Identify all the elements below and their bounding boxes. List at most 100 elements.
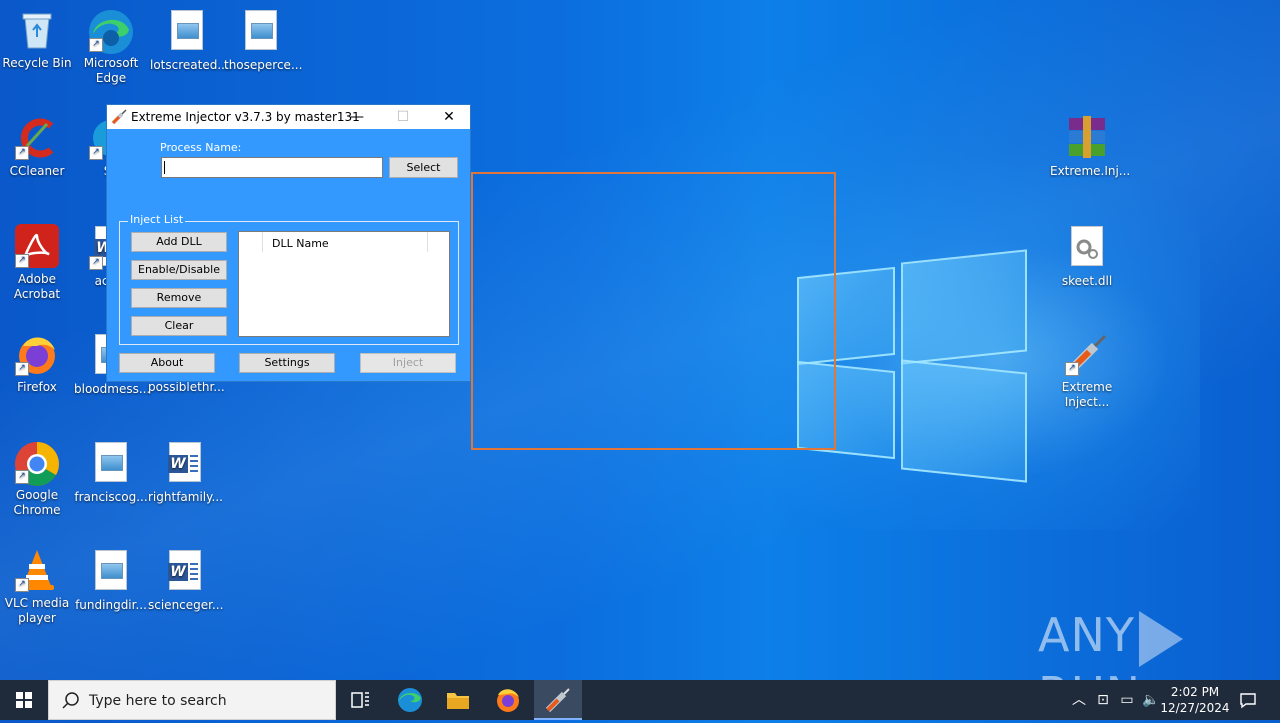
desktop-icon-scienceger[interactable]: W scienceger... xyxy=(148,548,224,613)
taskbar-search-box[interactable]: Type here to search xyxy=(48,680,336,720)
image-file-icon xyxy=(165,10,209,54)
desktop-icon-adobe-acrobat[interactable]: ↗ Adobe Acrobat xyxy=(0,224,74,302)
desktop-icon-ccleaner[interactable]: ↗ CCleaner xyxy=(0,116,74,179)
desktop-icon-rightfamily[interactable]: W rightfamily... xyxy=(148,440,223,505)
word-document-icon: W xyxy=(163,442,207,486)
taskbar-edge[interactable] xyxy=(386,680,434,720)
chrome-icon: ↗ xyxy=(15,440,59,486)
icon-label: franciscog... xyxy=(74,490,148,504)
watermark-left-text: ANY xyxy=(1038,608,1135,662)
icon-label: Extreme.Inj... xyxy=(1050,164,1131,178)
icon-label: lotscreated.... xyxy=(150,58,233,72)
inject-list-label: Inject List xyxy=(128,213,186,226)
notification-center-icon[interactable] xyxy=(1236,680,1260,720)
image-file-icon xyxy=(89,550,133,594)
start-button[interactable] xyxy=(0,680,48,720)
play-triangle-icon xyxy=(1138,610,1183,667)
recycle-bin-icon xyxy=(15,8,59,52)
edge-icon: ↗ xyxy=(89,8,133,54)
vlc-icon: ↗ xyxy=(15,548,59,592)
taskbar-clock[interactable]: 2:02 PM 12/27/2024 xyxy=(1160,684,1230,716)
search-icon xyxy=(62,692,79,709)
word-document-icon: W xyxy=(163,550,207,594)
shortcut-arrow-icon: ↗ xyxy=(15,146,29,160)
desktop-icon-skeet-dll[interactable]: skeet.dll xyxy=(1050,224,1124,289)
shortcut-arrow-icon: ↗ xyxy=(89,256,103,270)
icon-label: CCleaner xyxy=(9,164,65,178)
volume-icon[interactable]: 🔈 xyxy=(1140,680,1162,720)
desktop-icon-thoseperce[interactable]: thoseperce... xyxy=(224,8,303,73)
winrar-archive-icon xyxy=(1065,116,1109,160)
inject-button: Inject xyxy=(360,353,456,373)
windows-start-icon xyxy=(16,692,32,708)
text-caret xyxy=(164,161,165,174)
icon-label: VLC media player xyxy=(4,596,70,625)
dll-list-header: DLL Name xyxy=(239,232,449,252)
column-separator xyxy=(427,232,428,252)
icon-label: scienceger... xyxy=(148,598,224,612)
task-view-icon xyxy=(351,692,369,708)
enable-disable-button[interactable]: Enable/Disable xyxy=(131,260,227,280)
window-titlebar[interactable]: Extreme Injector v3.7.3 by master131 — ☐… xyxy=(107,105,470,129)
syringe-icon xyxy=(545,688,570,713)
desktop-icon-firefox[interactable]: ↗ Firefox xyxy=(0,332,74,395)
shortcut-arrow-icon: ↗ xyxy=(15,470,29,484)
acrobat-icon: ↗ xyxy=(15,224,59,268)
icon-label: thoseperce... xyxy=(224,58,303,72)
extreme-injector-window[interactable]: Extreme Injector v3.7.3 by master131 — ☐… xyxy=(106,104,471,382)
process-name-input[interactable] xyxy=(161,157,383,178)
syringe-icon xyxy=(111,109,127,125)
network-icon[interactable]: ▭ xyxy=(1116,680,1138,720)
firefox-icon: ↗ xyxy=(15,332,59,376)
desktop-icon-vlc[interactable]: ↗ VLC media player xyxy=(0,548,74,626)
close-button[interactable]: ✕ xyxy=(426,105,472,129)
ccleaner-icon: ↗ xyxy=(15,116,59,160)
image-file-icon xyxy=(239,10,283,54)
dll-list[interactable]: DLL Name xyxy=(238,231,450,337)
desktop-icon-fundingdir[interactable]: fundingdir... xyxy=(74,548,148,613)
dll-name-column-header[interactable]: DLL Name xyxy=(272,237,329,250)
shortcut-arrow-icon: ↗ xyxy=(15,578,29,592)
remove-button[interactable]: Remove xyxy=(131,288,227,308)
desktop-icon-lotscreated[interactable]: lotscreated.... xyxy=(150,8,233,73)
search-placeholder: Type here to search xyxy=(89,693,227,709)
column-separator xyxy=(262,232,263,252)
about-button[interactable]: About xyxy=(119,353,215,373)
shortcut-arrow-icon: ↗ xyxy=(15,362,29,376)
add-dll-button[interactable]: Add DLL xyxy=(131,232,227,252)
taskbar-file-explorer[interactable] xyxy=(434,680,482,720)
process-name-label: Process Name: xyxy=(160,141,242,154)
select-process-button[interactable]: Select xyxy=(389,157,458,178)
clock-date: 12/27/2024 xyxy=(1160,701,1230,715)
icon-label: skeet.dll xyxy=(1061,274,1113,288)
icon-label: Extreme Inject... xyxy=(1061,380,1113,409)
icon-label: Recycle Bin xyxy=(2,56,72,70)
firefox-icon xyxy=(497,689,519,712)
shortcut-arrow-icon: ↗ xyxy=(1065,362,1079,376)
desktop-icon-extreme-injector[interactable]: ↗ Extreme Inject... xyxy=(1050,332,1124,410)
desktop-icon-franciscog[interactable]: franciscog... xyxy=(74,440,148,505)
icon-label: Adobe Acrobat xyxy=(13,272,61,301)
icon-label: Firefox xyxy=(17,380,57,394)
icon-label: bloodmess... xyxy=(74,382,151,396)
task-view-button[interactable] xyxy=(336,680,384,720)
maximize-button[interactable]: ☐ xyxy=(380,105,426,129)
desktop-icon-extreme-inj-archive[interactable]: Extreme.Inj... xyxy=(1050,116,1131,179)
clock-time: 2:02 PM xyxy=(1170,685,1220,699)
taskbar-firefox[interactable] xyxy=(484,680,532,720)
device-icon[interactable]: ⊡ xyxy=(1092,680,1114,720)
show-hidden-icons-chevron-up-icon[interactable]: ︿ xyxy=(1068,680,1090,720)
shortcut-arrow-icon: ↗ xyxy=(89,38,103,52)
icon-label: Microsoft Edge xyxy=(83,56,139,85)
shortcut-arrow-icon: ↗ xyxy=(15,254,29,268)
settings-button[interactable]: Settings xyxy=(239,353,335,373)
desktop-icon-edge[interactable]: ↗ Microsoft Edge xyxy=(74,8,148,86)
clear-button[interactable]: Clear xyxy=(131,316,227,336)
minimize-button[interactable]: — xyxy=(334,105,380,129)
drag-selection-rectangle xyxy=(471,172,836,450)
taskbar-extreme-injector[interactable] xyxy=(534,680,582,720)
icon-label: rightfamily... xyxy=(148,490,223,504)
folder-icon xyxy=(447,693,469,709)
desktop-icon-google-chrome[interactable]: ↗ Google Chrome xyxy=(0,440,74,518)
desktop-icon-recycle-bin[interactable]: Recycle Bin xyxy=(0,8,74,71)
